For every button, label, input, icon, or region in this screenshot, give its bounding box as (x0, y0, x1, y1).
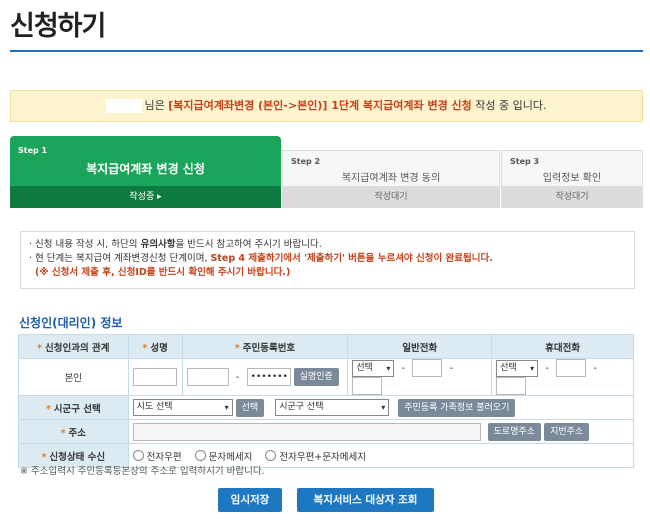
mobile-last-input[interactable] (496, 377, 527, 395)
info-line2-pre: · 현 단계는 복지급여 계좌변경신청 단계이며, (29, 253, 208, 264)
required-icon: * (234, 342, 240, 354)
required-icon: * (60, 427, 66, 439)
step-1: Step 1 복지급여계좌 변경 신청 작성중 ▸ (10, 136, 281, 208)
info-line2-highlight: Step 4 제출하기에서 '제출하기' 버튼을 누르셔야 신청이 완료됩니다. (210, 253, 493, 264)
header-phone: 일반전화 (347, 334, 493, 359)
step-2-number: Step 2 (291, 157, 321, 166)
info-line1-post: 을 반드시 참고하여 주시기 바랍니다. (175, 239, 322, 250)
header-mobile: 휴대전화 (491, 334, 634, 359)
step-3-number: Step 3 (510, 157, 540, 166)
mobile-prefix-select[interactable]: 선택 ▾ (496, 359, 539, 377)
notice-highlight: [복지급여계좌변경 (본인->본인)] 1단계 복지급여계좌 변경 신청 (168, 99, 472, 112)
title-divider (10, 50, 643, 52)
section-title: 신청인(대리인) 정보 (19, 316, 123, 330)
step-2-name: 복지급여계좌 변경 동의 (341, 173, 441, 184)
required-icon: * (142, 342, 148, 354)
load-family-info-button[interactable]: 주민등록 가족정보 불러오기 (398, 398, 516, 417)
step-1-number: Step 1 (18, 146, 48, 155)
chevron-down-icon: ▾ (530, 363, 535, 373)
step-2: Step 2 복지급여계좌 변경 동의 작성대기 (282, 136, 500, 208)
header-name: * 성명 (127, 334, 183, 359)
temp-save-button[interactable]: 임시저장 (218, 488, 282, 512)
name-input[interactable] (133, 368, 178, 386)
radio-sms[interactable] (194, 450, 206, 461)
step-3-status: 작성대기 (501, 186, 643, 208)
radio-email[interactable] (132, 450, 144, 461)
header-region: * 시군구 선택 (18, 395, 129, 420)
rrn-back-input[interactable]: ••••••• (246, 368, 291, 386)
phone-mid-input[interactable] (412, 359, 443, 377)
lot-address-button[interactable]: 지번주소 (544, 422, 590, 441)
info-line1-bold: 유의사항 (140, 239, 176, 250)
chevron-down-icon: ▾ (224, 403, 229, 412)
sido-select[interactable]: 시도 선택 ▾ (132, 399, 233, 416)
phone-area-select[interactable]: 선택 ▾ (352, 359, 395, 377)
header-relation: * 신청인과의 관계 (18, 334, 129, 359)
required-icon: * (37, 342, 43, 354)
radio-sms-label: 문자메세지 (208, 451, 253, 463)
address-input[interactable] (132, 422, 481, 441)
address-footnote: ※ 주소입력시 주민등록등본상의 주소로 입력하시기 바랍니다. (20, 466, 265, 477)
page-title: 신청하기 (10, 11, 106, 42)
step-1-status: 작성중 ▸ (10, 186, 281, 208)
rrn-front-input[interactable] (186, 368, 229, 386)
welfare-lookup-button[interactable]: 복지서비스 대상자 조회 (297, 488, 434, 512)
step-progress: Step 1 복지급여계좌 변경 신청 작성중 ▸ Step 2 복지급여계좌 … (10, 136, 643, 208)
chevron-down-icon: ▾ (386, 363, 391, 373)
header-address: * 주소 (18, 419, 129, 444)
required-icon: * (45, 403, 51, 415)
road-address-button[interactable]: 도로명주소 (487, 422, 542, 441)
masked-user-name (106, 99, 143, 113)
status-notice: 님은 [복지급여계좌변경 (본인->본인)] 1단계 복지급여계좌 변경 신청 … (10, 90, 643, 122)
info-line1-pre: · 신청 내용 작성 시, 하단의 (29, 239, 138, 250)
header-rrn: * 주민등록번호 (181, 334, 349, 359)
verify-name-button[interactable]: 실명인증 (293, 368, 339, 386)
notice-name-suffix: 님은 (144, 99, 165, 112)
mobile-mid-input[interactable] (556, 359, 587, 377)
radio-email-label: 전자우편 (146, 451, 182, 463)
sido-select-button[interactable]: 선택 (235, 398, 265, 417)
radio-email-sms[interactable] (265, 450, 277, 461)
relation-value: 본인 (18, 358, 129, 396)
sigungu-select[interactable]: 시군구 선택 ▾ (275, 399, 390, 416)
step-3-name: 입력정보 확인 (542, 173, 602, 184)
step-1-name: 복지급여계좌 변경 신청 (86, 162, 205, 176)
step-3: Step 3 입력정보 확인 작성대기 (501, 136, 643, 208)
step-2-status: 작성대기 (282, 186, 500, 208)
phone-last-input[interactable] (352, 377, 383, 395)
guidance-box: · 신청 내용 작성 시, 하단의 유의사항을 반드시 참고하여 주시기 바랍니… (20, 231, 635, 289)
chevron-down-icon: ▾ (381, 403, 386, 412)
applicant-form: * 신청인과의 관계 * 성명 * 주민등록번호 일반전화 휴대전화 본인 - •••… (18, 334, 635, 468)
radio-email-sms-label: 전자우편+문자메세지 (279, 451, 366, 463)
required-icon: * (41, 451, 47, 463)
notice-rest: 작성 중 입니다. (475, 99, 547, 112)
info-line3: (※ 신청서 제출 후, 신청ID를 반드시 확인해 주시기 바랍니다.) (35, 267, 291, 278)
